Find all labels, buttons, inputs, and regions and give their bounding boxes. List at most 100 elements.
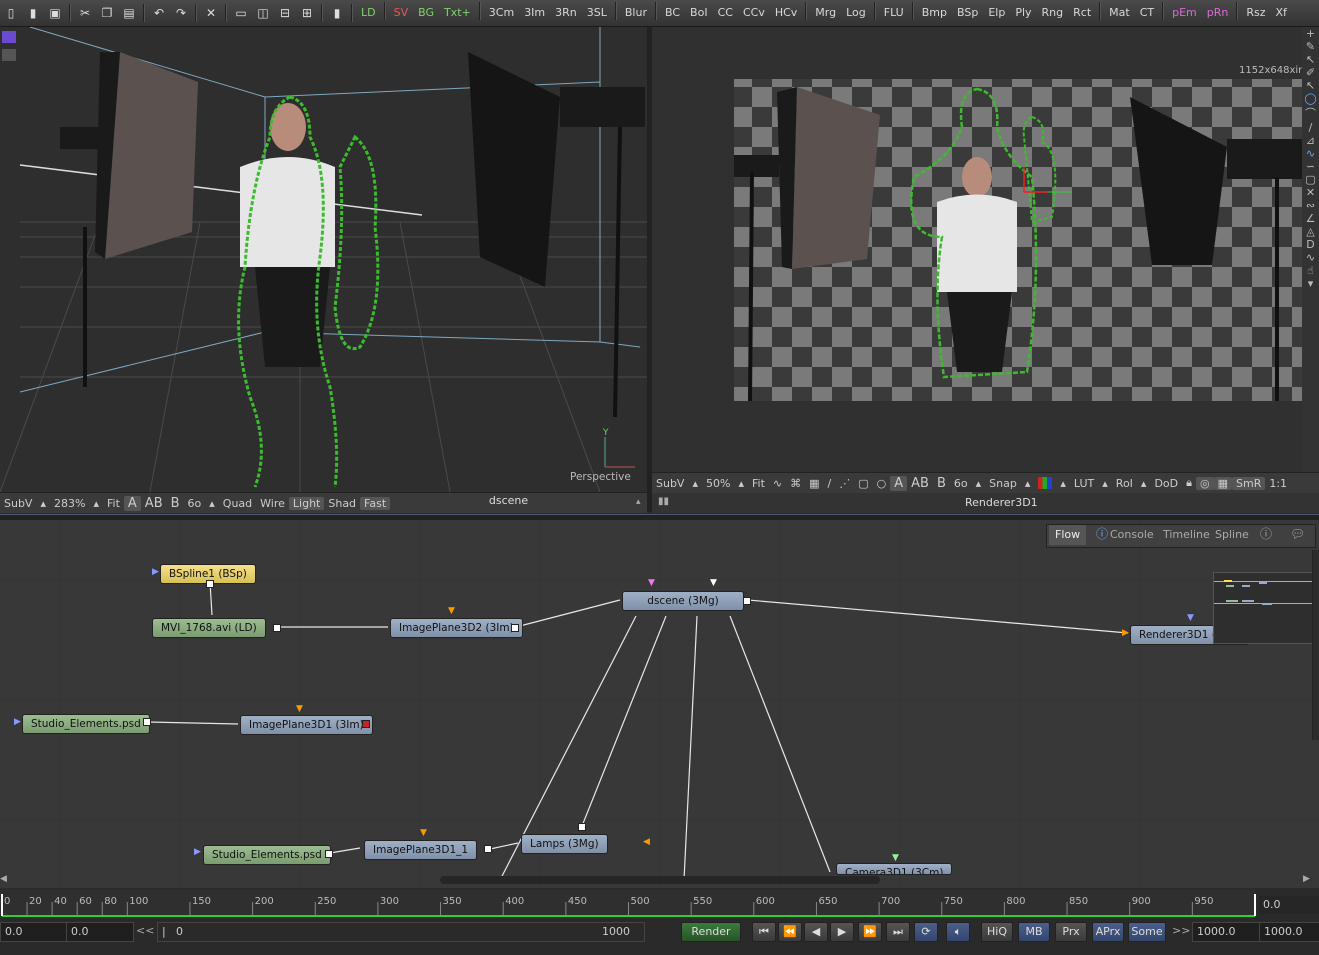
tool-mrg-button[interactable]: Mrg <box>810 2 841 24</box>
play-reverse-icon[interactable]: ◀ <box>804 922 828 942</box>
input-arrow-icon[interactable]: ▼ <box>1187 613 1194 623</box>
copy-icon[interactable]: ❐ <box>98 4 116 22</box>
select-icon[interactable]: ↖ <box>1306 53 1315 66</box>
view-icon-a[interactable] <box>2 31 16 43</box>
checker-bg-icon[interactable]: ▦ <box>1213 476 1232 490</box>
prx-button[interactable]: Prx <box>1055 922 1087 942</box>
node-studio-elements-2[interactable]: Studio_Elements.psd <box>203 845 331 865</box>
tool-sv-button[interactable]: SV <box>389 2 414 24</box>
dropdown-arrow-icon[interactable]: ▴ <box>1056 477 1070 490</box>
node-lamps[interactable]: Lamps (3Mg) <box>521 834 608 854</box>
tool-pem-button[interactable]: pEm <box>1167 2 1202 24</box>
layout-single-icon[interactable]: ▭ <box>232 4 250 22</box>
tool-log-button[interactable]: Log <box>841 2 871 24</box>
tool-rct-button[interactable]: Rct <box>1068 2 1096 24</box>
dropdown-arrow-icon[interactable]: ▴ <box>1137 477 1151 490</box>
bars-icon[interactable]: ▮▮ <box>658 496 669 507</box>
ratio-button[interactable]: 1:1 <box>1265 477 1291 490</box>
dropdown-arrow-icon[interactable]: ▴ <box>734 477 748 490</box>
delete-icon[interactable]: ✕ <box>202 4 220 22</box>
tool-elp-button[interactable]: Elp <box>983 2 1010 24</box>
input-arrow-icon[interactable]: ◀ <box>643 837 650 847</box>
open-file-icon[interactable]: ▮ <box>24 4 42 22</box>
roi-button[interactable]: RoI <box>1112 477 1137 490</box>
output-port[interactable] <box>273 624 281 632</box>
tab-flow[interactable]: Flow <box>1049 525 1087 545</box>
tab-timeline[interactable]: Timeline <box>1157 525 1216 545</box>
wave-icon[interactable]: ∿ <box>1306 147 1315 160</box>
tool-rsz-button[interactable]: Rsz <box>1241 2 1270 24</box>
tab-spline[interactable]: Spline <box>1209 525 1255 545</box>
flow-vertical-scrollbar[interactable] <box>1312 550 1319 740</box>
output-port[interactable] <box>325 850 333 858</box>
tool-3im-button[interactable]: 3Im <box>519 2 550 24</box>
output-port[interactable] <box>484 845 492 853</box>
tool-bc-button[interactable]: BC <box>660 2 685 24</box>
comment-icon[interactable]: 💬︎ <box>1284 524 1311 544</box>
fast-forward-label[interactable]: >> <box>1172 924 1190 937</box>
perspective-view[interactable]: Y Perspective <box>0 27 647 492</box>
light-button[interactable]: Light <box>288 496 325 510</box>
new-file-icon[interactable]: ▯ <box>2 4 20 22</box>
right-viewer[interactable]: 1152x648xin <box>652 27 1302 472</box>
input-arrow-icon[interactable]: ▼ <box>296 704 303 714</box>
draw-icon[interactable]: ✐ <box>1306 66 1315 79</box>
node-dscene[interactable]: dscene (3Mg) <box>622 591 744 611</box>
brush-icon[interactable]: / <box>824 477 836 490</box>
circle-tool-icon[interactable]: ◯ <box>1304 92 1316 105</box>
lock-icon[interactable]: 🔒︎ <box>1182 476 1196 490</box>
node-imageplane3d1-1[interactable]: ImagePlane3D1_1 <box>364 840 478 860</box>
input-arrow-icon[interactable]: ▶ <box>194 847 201 857</box>
step-forward-icon[interactable]: ⏩ <box>858 922 882 942</box>
dropdown-arrow-icon[interactable]: ▴ <box>205 497 219 510</box>
dropdown-arrow-icon[interactable]: ▴ <box>89 497 103 510</box>
current-time-field[interactable]: 0.0 <box>1259 896 1319 914</box>
input-arrow-icon[interactable]: ▼ <box>648 578 655 588</box>
dropdown-arrow-icon[interactable]: ▴ <box>688 477 702 490</box>
tool-cc-button[interactable]: CC <box>713 2 738 24</box>
spiral-icon[interactable]: ∾ <box>1306 199 1315 212</box>
tool-hcv-button[interactable]: HCv <box>770 2 802 24</box>
node-icon[interactable]: ◬ <box>1306 225 1314 238</box>
tool-bsp-button[interactable]: BSp <box>952 2 983 24</box>
output-port[interactable] <box>362 720 370 728</box>
render-button[interactable]: Render <box>681 922 741 942</box>
glasses-icon[interactable]: 6o <box>950 477 972 490</box>
tool-xf-button[interactable]: Xf <box>1271 2 1292 24</box>
tool-mat-button[interactable]: Mat <box>1104 2 1135 24</box>
dropdown-arrow-icon[interactable]: ▴ <box>972 477 986 490</box>
undo-icon[interactable]: ↶ <box>150 4 168 22</box>
aprx-button[interactable]: APrx <box>1092 922 1124 942</box>
snap-button[interactable]: Snap <box>985 477 1021 490</box>
range-slider[interactable]: | 0 1000 <box>157 922 645 942</box>
buffer-ab-button[interactable]: AB <box>907 476 933 491</box>
buffer-ab-button[interactable]: AB <box>141 496 167 511</box>
wand-icon[interactable]: ⋰ <box>835 477 854 490</box>
color-channels-icon[interactable] <box>1038 477 1053 489</box>
step-back-icon[interactable]: ⏪ <box>778 922 802 942</box>
rect-icon[interactable]: ▢ <box>854 477 872 490</box>
some-button[interactable]: Some <box>1128 922 1166 942</box>
tool-3rn-button[interactable]: 3Rn <box>550 2 582 24</box>
picker-icon[interactable]: ⌘ <box>786 477 805 490</box>
buffer-a-button[interactable]: A <box>890 475 908 491</box>
tool-3sl-button[interactable]: 3SL <box>582 2 612 24</box>
tool-ld-button[interactable]: LD <box>356 2 381 24</box>
tool-flu-button[interactable]: FLU <box>879 2 909 24</box>
layout-split-icon[interactable]: ⊟ <box>276 4 294 22</box>
render-end-field[interactable]: 1000.0 <box>1192 922 1260 942</box>
subview-dropdown[interactable]: SubV <box>0 497 36 510</box>
input-arrow-icon[interactable]: ▶ <box>14 717 21 727</box>
target-icon[interactable]: ◎ <box>1195 476 1214 490</box>
input-arrow-icon[interactable]: ▼ <box>710 578 717 588</box>
line-tool-icon[interactable]: / <box>1309 121 1313 134</box>
pen-icon[interactable]: ✎ <box>1306 40 1315 53</box>
quad-button[interactable]: Quad <box>219 497 256 510</box>
fullscreen-icon[interactable]: ▮ <box>328 4 346 22</box>
audio-icon[interactable]: 🔈︎ <box>946 922 970 942</box>
output-port[interactable] <box>143 718 151 726</box>
tab-console[interactable]: Console <box>1104 525 1160 545</box>
plus-icon[interactable]: + <box>1306 27 1315 40</box>
curve-icon[interactable]: ∿ <box>769 477 786 490</box>
tool-txtplus-button[interactable]: Txt+ <box>439 2 476 24</box>
